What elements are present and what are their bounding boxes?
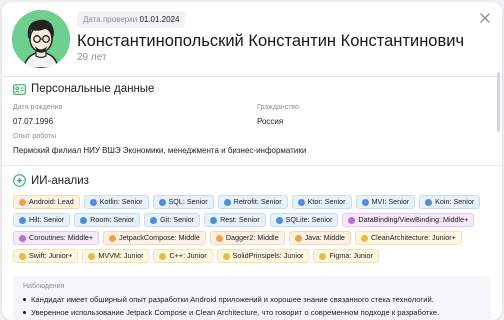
skill-level-icon <box>425 198 433 206</box>
skill-label: Room: Senior <box>90 215 135 224</box>
observations-list: Кандидат имеет обширный опыт разработки … <box>23 295 481 317</box>
citizenship-label: Гражданство <box>257 104 299 111</box>
skill-level-icon <box>19 252 26 260</box>
skill-level-icon <box>223 198 231 206</box>
skill-label: DataBinding/ViewBinding: Middle+ <box>358 215 469 224</box>
ai-section-title: ИИ-анализ <box>13 174 89 187</box>
skill-label: CleanArchitecture: Junior+ <box>370 233 456 242</box>
skill-level-icon <box>319 252 327 260</box>
skill-level-icon <box>360 234 368 242</box>
skill-chip: Coroutines: Middle+ <box>13 231 100 245</box>
skill-level-icon <box>297 198 305 206</box>
skill-chip: JetpackCompose: Middle <box>103 231 206 245</box>
skill-chip: Git: Senior <box>144 213 201 227</box>
candidate-card: Дата проверки 01.01.2024 Константинополь… <box>2 2 502 320</box>
skill-label: Koin: Senior <box>435 197 475 206</box>
header-divider <box>2 76 502 77</box>
ai-title: ИИ-анализ <box>31 174 89 187</box>
ai-sparkle-icon <box>13 174 26 187</box>
personal-section-title: Персональные данные <box>13 83 154 95</box>
avatar <box>12 10 70 68</box>
skill-label: JetpackCompose: Middle <box>119 233 200 242</box>
experience-value: Пермский филиал НИУ ВШЭ Экономики, менед… <box>13 146 307 155</box>
check-date-badge: Дата проверки 01.01.2024 <box>77 11 186 28</box>
skill-level-icon <box>275 216 283 224</box>
skill-level-icon <box>159 252 167 260</box>
skill-label: Dagger2: Middle <box>225 233 279 242</box>
skill-label: Retrofit: Senior <box>233 197 282 206</box>
skill-level-icon <box>19 198 26 206</box>
birth-date-label: Дата рождения <box>13 104 63 111</box>
skill-chip: MVVM: Junior <box>82 249 150 263</box>
skill-level-icon <box>222 252 230 260</box>
skill-level-icon <box>215 234 223 242</box>
skill-chip: Retrofit: Senior <box>217 195 288 209</box>
section-divider <box>2 165 502 166</box>
skill-label: Hilt: Senior <box>29 215 65 224</box>
close-icon[interactable] <box>478 11 492 25</box>
skill-level-icon <box>89 198 97 206</box>
skill-level-icon <box>348 216 356 224</box>
skill-level-icon <box>210 216 218 224</box>
skill-chip: Rest: Senior <box>204 213 266 227</box>
skill-label: Android: Lead <box>29 197 74 206</box>
skill-chip: SolidPrinsipels: Junior <box>216 249 310 263</box>
skill-level-icon <box>19 216 26 224</box>
skill-level-icon <box>361 198 369 206</box>
observation-item: Уверенное использование Jetpack Compose … <box>23 308 481 317</box>
skill-label: Swift: Junior+ <box>29 251 73 260</box>
observations-panel: Наблюдения Кандидат имеет обширный опыт … <box>13 276 491 320</box>
observation-item: Кандидат имеет обширный опыт разработки … <box>23 295 481 304</box>
skill-chip: C++: Junior <box>153 249 213 263</box>
citizenship-value: Россия <box>257 117 284 126</box>
candidate-age: 29 лет <box>77 52 107 63</box>
skills-list: Android: Lead Kotlin: Senior SQL: Senior Re… <box>13 195 493 263</box>
skill-label: Rest: Senior <box>220 215 260 224</box>
skill-label: Java: Middle <box>304 233 345 242</box>
skill-chip: CleanArchitecture: Junior+ <box>354 231 462 245</box>
skill-chip: SQLite: Senior <box>269 213 339 227</box>
skill-label: SolidPrinsipels: Junior <box>232 251 304 260</box>
id-card-icon <box>13 83 26 95</box>
observations-label: Наблюдения <box>23 283 65 290</box>
skill-level-icon <box>294 234 302 242</box>
skill-chip: Dagger2: Middle <box>209 231 285 245</box>
skill-chip: Android: Lead <box>13 195 80 209</box>
skill-label: MVI: Senior <box>371 197 410 206</box>
skill-level-icon <box>158 198 166 206</box>
skill-label: SQL: Senior <box>168 197 208 206</box>
skill-label: Git: Senior <box>160 215 195 224</box>
skill-level-icon <box>80 216 88 224</box>
skill-label: C++: Junior <box>169 251 207 260</box>
skill-chip: Room: Senior <box>74 213 141 227</box>
check-date-label: Дата проверки <box>83 15 138 24</box>
candidate-name: Константинопольский Константин Константи… <box>77 32 465 50</box>
skill-level-icon <box>109 234 117 242</box>
skill-chip: MVI: Senior <box>355 195 416 209</box>
skill-label: Coroutines: Middle+ <box>29 233 94 242</box>
scrollbar-thumb[interactable] <box>497 72 500 132</box>
skill-label: MVVM: Junior <box>98 251 144 260</box>
skill-chip: Swift: Junior+ <box>13 249 79 263</box>
skill-label: Ktor: Senior <box>307 197 346 206</box>
skill-chip: Figma: Junior <box>313 249 379 263</box>
skill-chip: Ktor: Senior <box>291 195 352 209</box>
personal-title: Персональные данные <box>31 83 155 95</box>
skill-chip: Kotlin: Senior <box>83 195 149 209</box>
skill-chip: Hilt: Senior <box>13 213 71 227</box>
skill-chip: DataBinding/ViewBinding: Middle+ <box>342 213 475 227</box>
experience-label: Опыт работы <box>13 133 57 140</box>
skill-level-icon <box>19 234 26 242</box>
skill-chip: Java: Middle <box>288 231 351 245</box>
birth-date-value: 07.07.1996 <box>13 117 54 126</box>
skill-label: Figma: Junior <box>329 251 373 260</box>
skill-chip: SQL: Senior <box>152 195 214 209</box>
skill-label: Kotlin: Senior <box>99 197 143 206</box>
skill-level-icon <box>88 252 96 260</box>
check-date-value: 01.01.2024 <box>139 15 180 24</box>
skill-chip: Koin: Senior <box>419 195 481 209</box>
skill-label: SQLite: Senior <box>285 215 333 224</box>
skill-level-icon <box>150 216 158 224</box>
